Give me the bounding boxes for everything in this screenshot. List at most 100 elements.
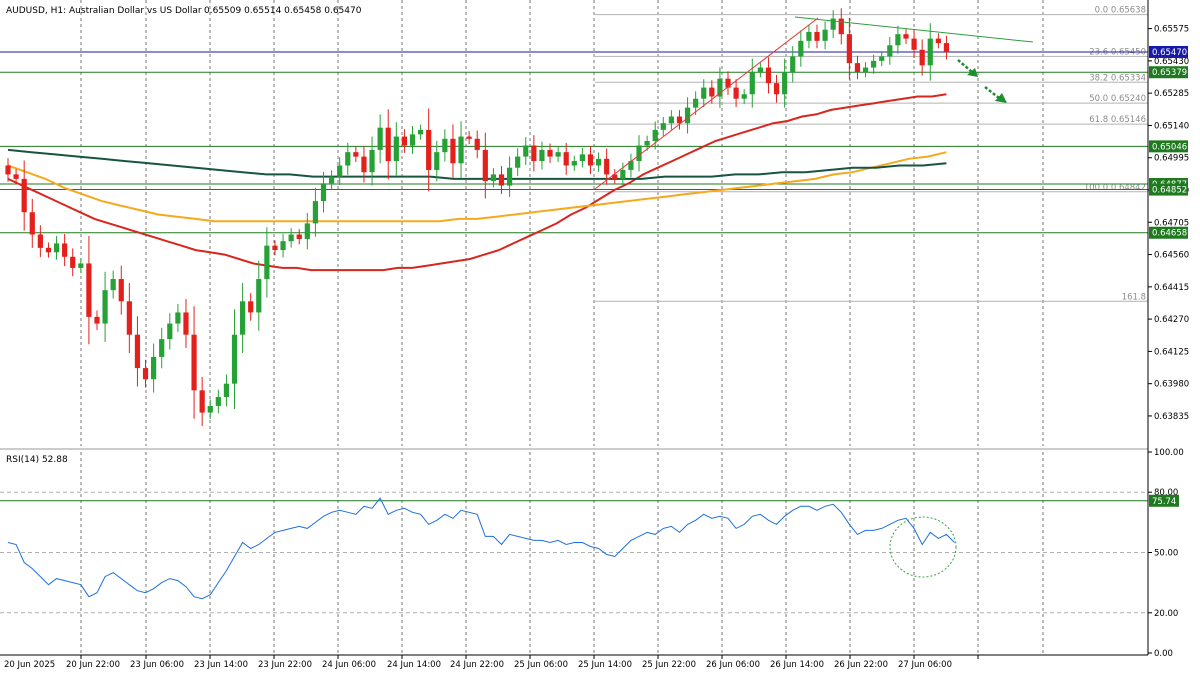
time-tick-label: 24 Jun 22:00 bbox=[450, 660, 504, 670]
candle-body bbox=[523, 145, 529, 157]
candle-body bbox=[240, 301, 246, 335]
candle-body bbox=[215, 397, 221, 406]
candle-body bbox=[466, 136, 472, 139]
candle-body bbox=[806, 31, 812, 41]
candle-body bbox=[563, 152, 569, 166]
candle-body bbox=[183, 312, 189, 335]
rsi-level-tag: 75.74 bbox=[1152, 497, 1176, 507]
time-tick-label: 25 Jun 14:00 bbox=[578, 660, 632, 670]
candle-body bbox=[13, 174, 19, 179]
candle-body bbox=[555, 152, 561, 157]
candle-body bbox=[765, 67, 772, 84]
time-tick-label: 26 Jun 22:00 bbox=[834, 660, 888, 670]
rsi-tick-label: 50.00 bbox=[1154, 549, 1178, 559]
candle-body bbox=[37, 234, 43, 248]
candle-body bbox=[798, 40, 804, 57]
candle-body bbox=[450, 138, 456, 164]
candle-body bbox=[62, 243, 68, 257]
candle-body bbox=[312, 201, 319, 224]
candle-body bbox=[417, 129, 424, 135]
rsi-tick-label: 20.00 bbox=[1154, 609, 1178, 619]
candle-body bbox=[426, 129, 432, 170]
price-tag-label: 0.65379 bbox=[1152, 68, 1187, 78]
candle-body bbox=[434, 152, 440, 170]
time-tick-label: 20 Jun 22:00 bbox=[66, 660, 120, 670]
candle-body bbox=[361, 156, 367, 173]
candle-body bbox=[142, 368, 149, 380]
candle-body bbox=[401, 136, 408, 146]
fibonacci-level-label: 50.0 0.65240 bbox=[1089, 94, 1146, 104]
candle-body bbox=[919, 49, 925, 66]
candle-body bbox=[620, 169, 626, 179]
candle-body bbox=[288, 234, 294, 242]
candle-body bbox=[304, 223, 310, 239]
ohlc-readout: 0.65509 0.65514 0.65458 0.65470 bbox=[204, 6, 362, 16]
candle-body bbox=[94, 316, 100, 324]
candle-body bbox=[887, 45, 893, 57]
candle-body bbox=[231, 334, 238, 384]
candle-body bbox=[337, 165, 343, 177]
candle-body bbox=[377, 127, 383, 150]
candle-body bbox=[86, 263, 92, 317]
time-tick-label: 26 Jun 14:00 bbox=[770, 660, 824, 670]
candle-body bbox=[838, 18, 844, 35]
rsi-tick-label: 100.00 bbox=[1154, 448, 1184, 458]
candle-body bbox=[353, 152, 359, 157]
candle-body bbox=[70, 256, 76, 268]
price-tag-label: 0.64852 bbox=[1152, 186, 1187, 196]
time-tick-label: 20 Jun 2025 bbox=[4, 660, 55, 670]
candle-body bbox=[943, 43, 950, 52]
candle-body bbox=[175, 312, 181, 324]
candle-body bbox=[871, 60, 877, 68]
rsi-tick-label: 0.00 bbox=[1154, 649, 1173, 659]
candle-body bbox=[393, 136, 399, 162]
candle-body bbox=[442, 138, 448, 153]
candle-body bbox=[409, 134, 416, 146]
candle-body bbox=[264, 245, 270, 280]
candle-body bbox=[903, 34, 909, 39]
candle-body bbox=[21, 178, 27, 213]
candle-body bbox=[256, 279, 262, 313]
candle-body bbox=[490, 174, 496, 182]
candle-body bbox=[579, 154, 585, 162]
candle-body bbox=[515, 156, 521, 168]
candle-body bbox=[733, 87, 739, 99]
candle-body bbox=[385, 127, 391, 162]
candle-body bbox=[822, 29, 828, 41]
candle-body bbox=[595, 158, 602, 166]
candle-body bbox=[223, 383, 230, 398]
candle-body bbox=[644, 141, 650, 146]
candle-body bbox=[927, 38, 933, 66]
time-tick-label: 25 Jun 06:00 bbox=[514, 660, 568, 670]
candle-body bbox=[709, 87, 715, 97]
candle-body bbox=[749, 72, 755, 95]
candle-body bbox=[345, 152, 351, 166]
candle-body bbox=[159, 339, 165, 357]
candle-body bbox=[531, 145, 537, 162]
fibonacci-level-label: 0.0 0.65638 bbox=[1095, 6, 1146, 16]
candle-body bbox=[53, 243, 60, 253]
price-tick-label: 0.63980 bbox=[1154, 380, 1189, 390]
candle-body bbox=[757, 67, 763, 73]
candle-body bbox=[320, 183, 327, 202]
time-tick-label: 27 Jun 06:00 bbox=[898, 660, 952, 670]
candle-body bbox=[701, 87, 707, 99]
price-tick-label: 0.65575 bbox=[1154, 25, 1189, 35]
candle-body bbox=[725, 78, 731, 88]
candle-body bbox=[911, 38, 917, 50]
candle-body bbox=[369, 149, 375, 173]
candle-body bbox=[207, 405, 213, 413]
candle-body bbox=[102, 290, 108, 324]
time-tick-label: 24 Jun 14:00 bbox=[387, 660, 441, 670]
candle-body bbox=[604, 158, 610, 175]
price-tick-label: 0.65430 bbox=[1154, 57, 1189, 67]
background bbox=[0, 0, 1200, 675]
candle-body bbox=[506, 167, 513, 186]
candle-body bbox=[110, 279, 116, 291]
price-tag-label: 0.64658 bbox=[1152, 229, 1187, 239]
candle-body bbox=[199, 390, 205, 413]
candle-body bbox=[482, 149, 488, 182]
candle-body bbox=[652, 129, 658, 142]
candle-body bbox=[862, 67, 869, 73]
candle-body bbox=[151, 356, 157, 380]
